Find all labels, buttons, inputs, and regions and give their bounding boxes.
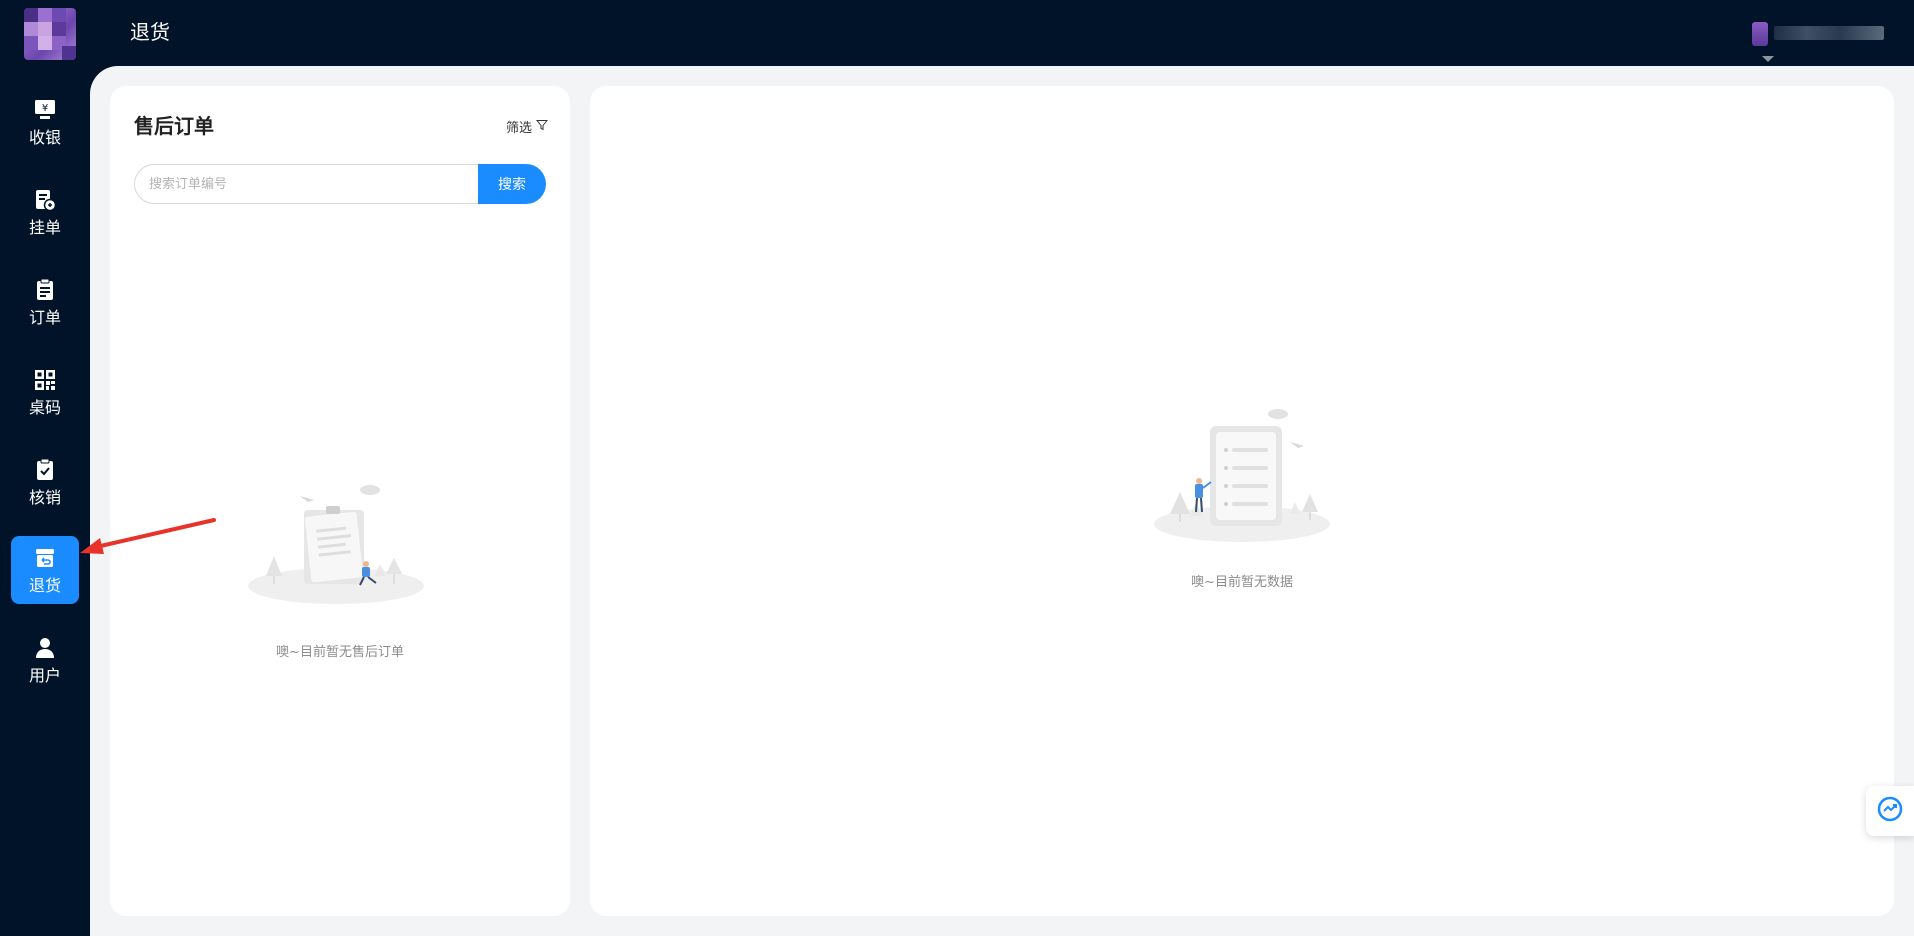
sidebar-item-label: 退货 (28, 575, 61, 595)
sidebar-item-label: 桌码 (28, 397, 61, 417)
empty-data-illustration (1152, 406, 1332, 546)
sidebar-item-users[interactable]: 用户 (11, 626, 79, 694)
sidebar-item-orders[interactable]: 订单 (11, 268, 79, 336)
sidebar-item-cashier[interactable]: ¥ 收银 (11, 88, 79, 156)
floating-helper-button[interactable] (1866, 786, 1914, 836)
filter-label: 筛选 (505, 121, 532, 136)
search-input[interactable] (134, 164, 478, 204)
sidebar-item-verify[interactable]: 核销 (11, 448, 79, 516)
cashier-icon: ¥ (33, 98, 57, 122)
filter-button[interactable]: 筛选 (505, 117, 549, 136)
detail-panel: 噢~目前暂无数据 (590, 86, 1894, 916)
after-sales-panel: 售后订单 筛选 搜索订单编号 搜索 噢~目前暂无售后订单 (110, 86, 570, 916)
page-title: 退货 (130, 20, 170, 44)
sidebar-item-label: 用户 (28, 665, 61, 685)
sidebar-item-label: 订单 (28, 307, 61, 327)
panel-title: 售后订单 (134, 114, 214, 138)
main-content: 售后订单 筛选 搜索订单编号 搜索 噢~目前暂无售后订单 噢~目前暂无数据 (90, 66, 1914, 936)
empty-orders-illustration (246, 476, 426, 606)
empty-orders-text: 噢~目前暂无售后订单 (276, 645, 404, 660)
sidebar-item-table-code[interactable]: 桌码 (11, 358, 79, 426)
sidebar: ¥ 收银 挂单 订单 桌码 核销 退货 用户 (0, 0, 90, 936)
chevron-down-icon (1762, 56, 1774, 62)
user-name-redacted (1774, 26, 1884, 40)
sidebar-item-label: 收银 (28, 127, 61, 147)
qrcode-icon (33, 368, 57, 392)
search-button[interactable]: 搜索 (478, 164, 546, 204)
filter-icon (535, 119, 549, 135)
store-logo[interactable] (24, 8, 76, 60)
sidebar-item-hold-order[interactable]: 挂单 (11, 178, 79, 246)
verify-icon (33, 458, 57, 482)
return-icon (33, 546, 57, 570)
sidebar-item-label: 核销 (28, 487, 61, 507)
empty-data-text: 噢~目前暂无数据 (1191, 575, 1293, 590)
search-bar: 搜索 (134, 164, 546, 204)
avatar (1752, 22, 1768, 46)
sidebar-item-return[interactable]: 退货 (11, 536, 79, 604)
sidebar-item-label: 挂单 (28, 217, 61, 237)
order-icon (33, 278, 57, 302)
top-header: 退货 (90, 0, 1914, 66)
hold-order-icon (33, 188, 57, 212)
refresh-service-icon (1877, 796, 1903, 826)
user-menu[interactable] (1752, 20, 1902, 62)
app-window: ¥ 收银 挂单 订单 桌码 核销 退货 用户 退货 售后订单 筛选 搜索订单编号… (0, 0, 1914, 936)
user-icon (33, 636, 57, 660)
svg-text:¥: ¥ (42, 103, 48, 114)
